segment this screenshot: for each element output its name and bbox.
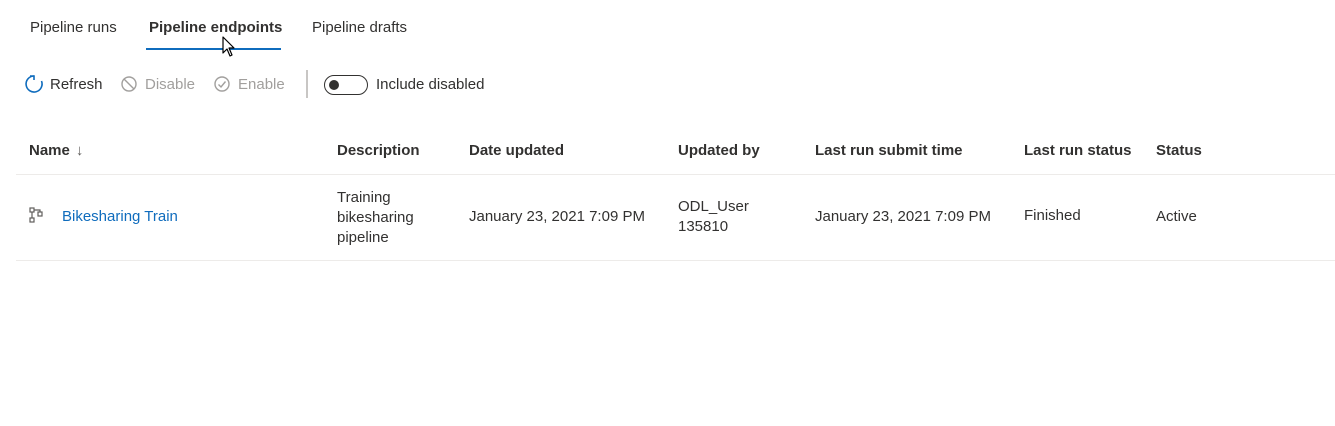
table-header: Name ↓ Description Date updated Updated b… xyxy=(16,128,1335,175)
pipeline-endpoints-table: Name ↓ Description Date updated Updated b… xyxy=(16,128,1335,261)
include-disabled-label: Include disabled xyxy=(376,76,485,93)
disable-button[interactable]: Disable xyxy=(119,74,195,94)
toolbar: Refresh Disable Enable Include disabled xyxy=(0,70,1335,102)
refresh-icon xyxy=(24,74,44,94)
tab-pipeline-drafts[interactable]: Pipeline drafts xyxy=(309,18,410,38)
pipeline-name-link[interactable]: Bikesharing Train xyxy=(62,207,178,227)
pipeline-icon xyxy=(29,207,43,229)
column-header-last-run-submit-time[interactable]: Last run submit time xyxy=(815,142,963,159)
refresh-button[interactable]: Refresh xyxy=(24,74,103,94)
disable-label: Disable xyxy=(145,75,196,93)
tab-pipeline-endpoints[interactable]: Pipeline endpoints xyxy=(146,18,285,38)
toggle-knob xyxy=(329,80,339,90)
enable-button[interactable]: Enable xyxy=(212,74,285,94)
enable-label: Enable xyxy=(238,75,285,93)
mouse-cursor-icon xyxy=(222,36,235,57)
last-run-submit-time-cell: January 23, 2021 7:09 PM xyxy=(815,208,991,225)
column-header-name[interactable]: Name ↓ xyxy=(29,142,83,159)
toolbar-divider xyxy=(306,70,308,98)
updated-by-cell: ODL_User 135810 xyxy=(678,198,749,235)
description-cell: Training bikesharing pipeline xyxy=(337,189,414,246)
column-header-updated-by[interactable]: Updated by xyxy=(678,142,760,159)
refresh-label: Refresh xyxy=(50,75,103,93)
tab-pipeline-runs[interactable]: Pipeline runs xyxy=(27,18,120,38)
block-icon xyxy=(119,74,139,94)
column-header-description[interactable]: Description xyxy=(337,142,420,159)
column-header-status[interactable]: Status xyxy=(1156,142,1202,159)
sort-descending-icon: ↓ xyxy=(75,142,84,159)
last-run-status-cell: Finished xyxy=(1024,207,1081,224)
column-header-date-updated[interactable]: Date updated xyxy=(469,142,564,159)
status-cell: Active xyxy=(1156,208,1197,225)
active-tab-indicator xyxy=(146,48,281,50)
table-row: Bikesharing Train Training bikesharing p… xyxy=(16,175,1335,261)
include-disabled-toggle[interactable] xyxy=(324,75,368,95)
date-updated-cell: January 23, 2021 7:09 PM xyxy=(469,208,645,225)
tab-bar: Pipeline runs Pipeline endpoints Pipelin… xyxy=(0,0,1335,52)
check-circle-icon xyxy=(212,74,232,94)
column-header-last-run-status[interactable]: Last run status xyxy=(1024,142,1132,159)
